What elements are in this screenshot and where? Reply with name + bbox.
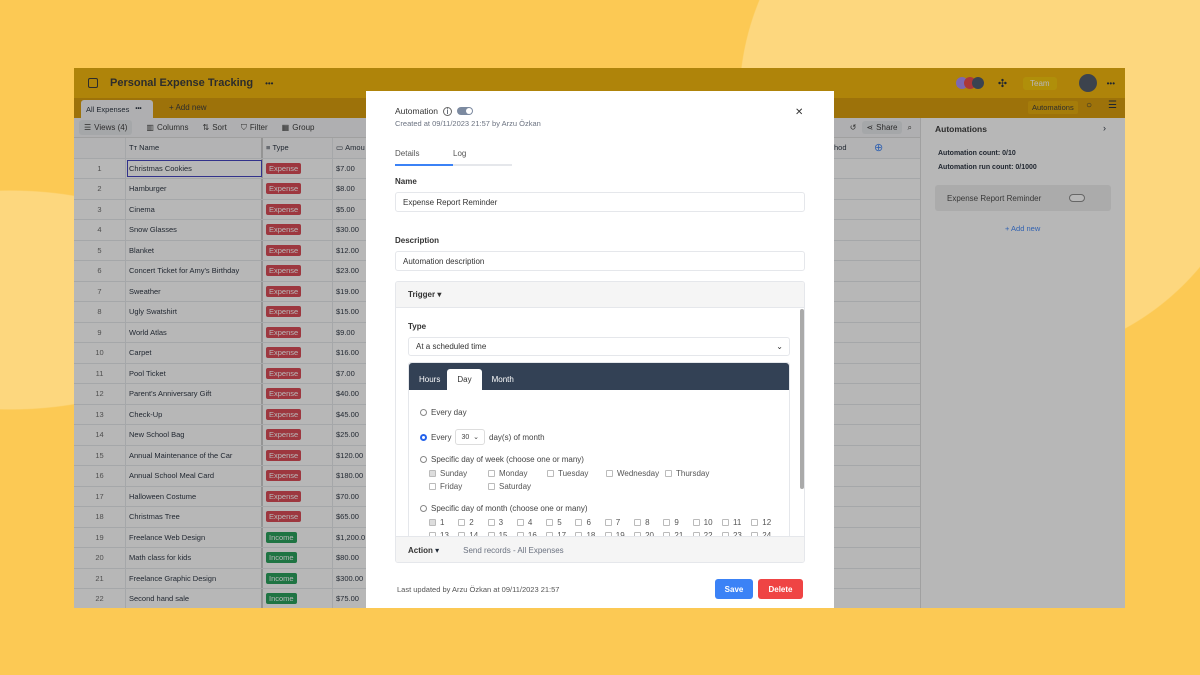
trigger-section: Trigger ▾ Type At a scheduled time ⌄ Hour… [395, 281, 805, 563]
action-header[interactable]: Action ▾ Send records - All Expenses [396, 536, 804, 562]
chevron-down-icon: ⌄ [776, 342, 783, 351]
type-select[interactable]: At a scheduled time ⌄ [408, 337, 790, 356]
tab-log[interactable]: Log [453, 149, 466, 158]
description-input[interactable]: Automation description [395, 251, 805, 271]
weekday-checkbox[interactable]: Saturday [488, 482, 547, 491]
every-day-option[interactable]: Every day [420, 408, 467, 417]
tab-hours[interactable]: Hours [412, 375, 447, 390]
month-day-option[interactable]: Specific day of month (choose one or man… [420, 504, 588, 513]
info-icon[interactable]: i [443, 106, 452, 116]
month-day-checkbox[interactable]: 3 [487, 518, 517, 527]
month-day-checkbox[interactable]: 4 [516, 518, 546, 527]
every-days-select[interactable]: 30 ⌄ [455, 429, 486, 445]
trigger-scrollbar[interactable] [800, 309, 804, 489]
action-summary: Send records - All Expenses [463, 546, 564, 555]
last-updated: Last updated by Arzu Özkan at 09/11/2023… [397, 585, 560, 594]
tab-day[interactable]: Day [447, 369, 482, 390]
weekday-checkbox[interactable]: Sunday [429, 469, 488, 478]
month-day-checkbox[interactable]: 8 [634, 518, 663, 527]
created-info: Created at 09/11/2023 21:57 by Arzu Özka… [395, 119, 541, 128]
close-icon[interactable]: ✕ [795, 107, 803, 118]
automation-modal: Automation i Created at 09/11/2023 21:57… [366, 91, 834, 608]
month-day-checkbox[interactable]: 9 [663, 518, 692, 527]
month-day-checkbox[interactable]: 2 [458, 518, 487, 527]
trigger-header[interactable]: Trigger ▾ [396, 282, 804, 308]
weekday-checkbox[interactable]: Wednesday [606, 469, 665, 478]
automation-enabled-toggle[interactable] [457, 107, 473, 115]
tab-details[interactable]: Details [395, 149, 453, 166]
month-day-checkbox[interactable]: 5 [546, 518, 575, 527]
month-day-checkbox[interactable]: 7 [604, 518, 634, 527]
weekday-checkbox[interactable]: Tuesday [547, 469, 606, 478]
type-label: Type [408, 322, 427, 331]
modal-title: Automation [395, 106, 438, 116]
delete-button[interactable]: Delete [758, 579, 803, 599]
name-label: Name [395, 177, 417, 186]
weekday-checkbox[interactable]: Friday [429, 482, 488, 491]
tab-month[interactable]: Month [482, 375, 524, 390]
every-n-days-option[interactable]: Every 30 ⌄ day(s) of month [420, 429, 545, 445]
weekday-checkbox[interactable]: Thursday [665, 469, 724, 478]
month-day-checkbox[interactable]: 11 [721, 518, 751, 527]
month-day-checkbox[interactable]: 1 [429, 518, 458, 527]
month-day-checkbox[interactable]: 10 [692, 518, 722, 527]
month-day-checkbox[interactable]: 6 [575, 518, 604, 527]
description-label: Description [395, 236, 440, 245]
weekday-checkbox[interactable]: Monday [488, 469, 547, 478]
week-option[interactable]: Specific day of week (choose one or many… [420, 455, 584, 464]
month-day-checkbox[interactable]: 12 [751, 518, 780, 527]
name-input[interactable]: Expense Report Reminder [395, 192, 805, 212]
schedule-box: Hours Day Month Every day Every 30 ⌄ day… [408, 362, 790, 562]
save-button[interactable]: Save [715, 579, 753, 599]
